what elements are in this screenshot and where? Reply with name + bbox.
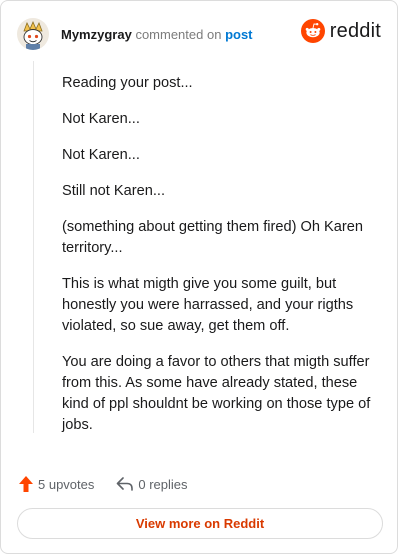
user-avatar[interactable] bbox=[17, 18, 49, 50]
comment-actions: 5 upvotes 0 replies bbox=[18, 473, 188, 495]
upvote-button[interactable]: 5 upvotes bbox=[18, 475, 94, 493]
replies-button[interactable]: 0 replies bbox=[116, 476, 188, 492]
view-more-button[interactable]: View more on Reddit bbox=[17, 508, 383, 539]
snoo-avatar-icon bbox=[17, 18, 49, 50]
comment-paragraph: (something about getting them fired) Oh … bbox=[62, 219, 363, 256]
comment-body: Reading your post... Not Karen... Not Ka… bbox=[62, 73, 380, 451]
reply-count: 0 replies bbox=[138, 476, 188, 492]
comment-paragraph: Still not Karen... bbox=[62, 183, 166, 199]
comment-paragraph: You are doing a favor to others that mig… bbox=[62, 354, 371, 433]
upvote-arrow-icon bbox=[19, 476, 33, 492]
username-link[interactable]: Mymzygray bbox=[61, 27, 132, 42]
reddit-wordmark: reddit bbox=[329, 19, 381, 42]
reddit-snoo-icon bbox=[300, 19, 325, 43]
reply-arrow-icon bbox=[117, 477, 134, 491]
comment-paragraph: Not Karen... bbox=[62, 147, 140, 163]
upvote-count: 5 upvotes bbox=[38, 476, 95, 492]
comment-embed-card: Mymzygray commented on post reddit Readi… bbox=[0, 0, 398, 554]
commented-on-text: commented on bbox=[135, 26, 222, 42]
comment-byline: Mymzygray commented on post bbox=[61, 27, 253, 42]
comment-paragraph: This is what migth give you some guilt, … bbox=[62, 276, 354, 334]
reddit-brand[interactable]: reddit bbox=[300, 19, 381, 43]
thread-line bbox=[33, 61, 34, 433]
comment-paragraph: Reading your post... bbox=[62, 75, 193, 91]
post-link[interactable]: post bbox=[225, 27, 252, 42]
comment-paragraph: Not Karen... bbox=[62, 111, 140, 127]
comment-header: Mymzygray commented on post reddit bbox=[17, 17, 381, 51]
